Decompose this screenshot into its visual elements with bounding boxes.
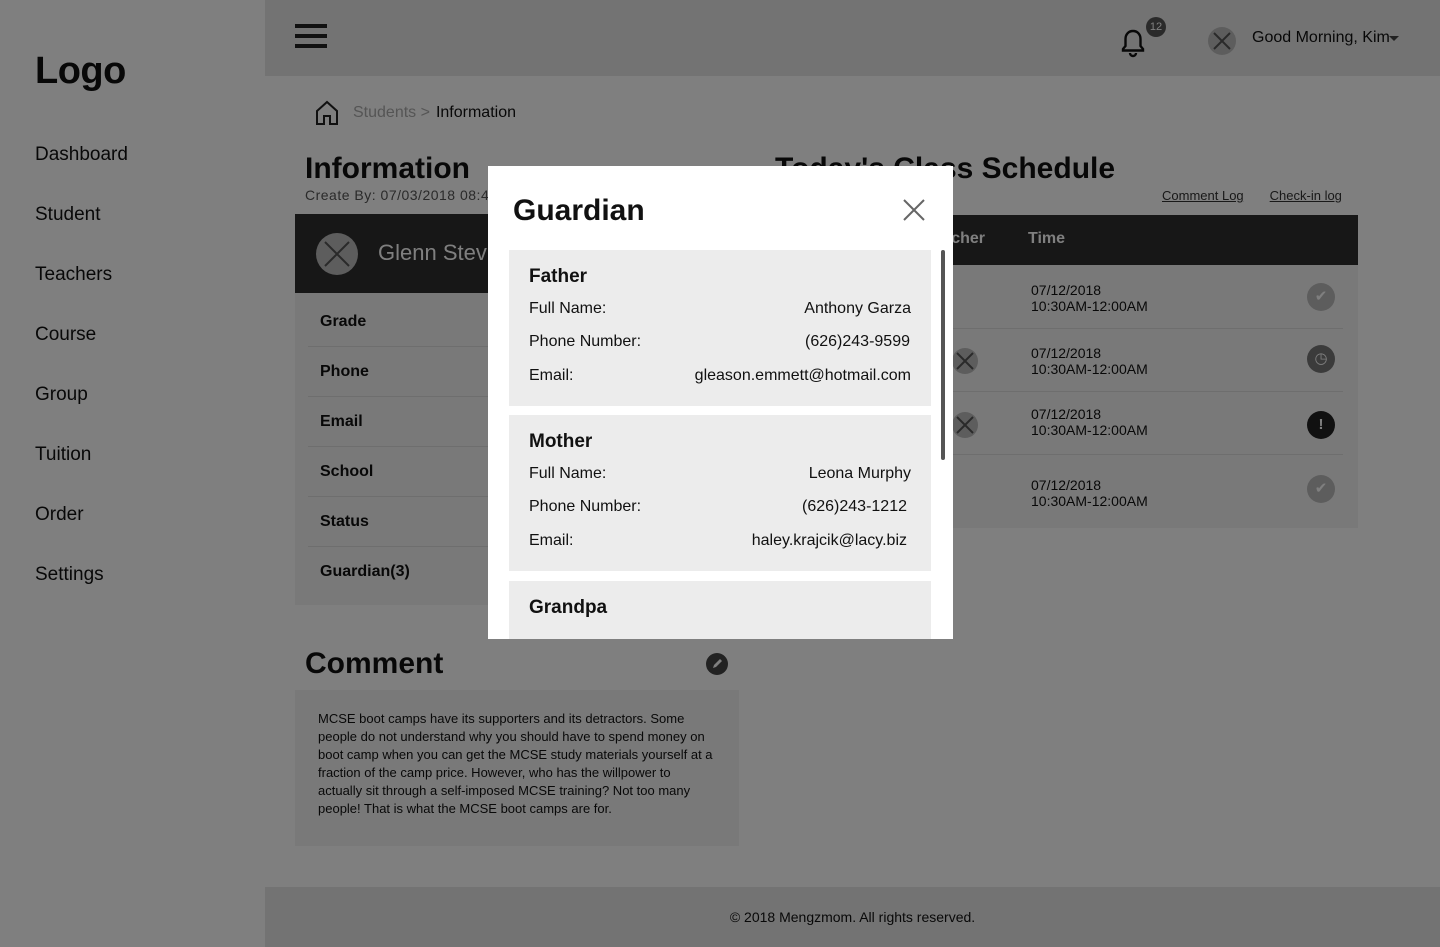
field-value: Leona Murphy bbox=[808, 465, 911, 482]
field-value: (626)243-9599 bbox=[805, 333, 910, 350]
guardian-modal: Guardian Father Full Name: Anthony Garza … bbox=[488, 166, 953, 639]
field-value[interactable]: haley.krajcik@lacy.biz bbox=[752, 532, 907, 550]
guardian-list[interactable]: Father Full Name: Anthony Garza Phone Num… bbox=[509, 250, 931, 639]
field-label: Phone Number: bbox=[529, 498, 642, 515]
field-value: (626)243-1212 bbox=[802, 498, 907, 515]
guardian-role: Mother bbox=[529, 431, 593, 452]
modal-scrollbar[interactable] bbox=[941, 250, 945, 460]
guardian-card-mother: Mother Full Name: Leona Murphy Phone Numb… bbox=[509, 415, 931, 571]
field-label: Email: bbox=[529, 532, 574, 549]
close-icon[interactable] bbox=[902, 198, 926, 222]
field-label: Full Name: bbox=[529, 465, 607, 482]
guardian-card-grandpa: Grandpa bbox=[509, 581, 931, 639]
guardian-role: Father bbox=[529, 266, 588, 287]
modal-title: Guardian bbox=[513, 194, 645, 227]
guardian-card-father: Father Full Name: Anthony Garza Phone Num… bbox=[509, 250, 931, 406]
field-value: Anthony Garza bbox=[804, 300, 911, 317]
field-label: Full Name: bbox=[529, 300, 607, 317]
guardian-role: Grandpa bbox=[529, 597, 608, 618]
field-value[interactable]: gleason.emmett@hotmail.com bbox=[695, 367, 911, 385]
field-label: Phone Number: bbox=[529, 333, 642, 350]
field-label: Email: bbox=[529, 367, 574, 384]
